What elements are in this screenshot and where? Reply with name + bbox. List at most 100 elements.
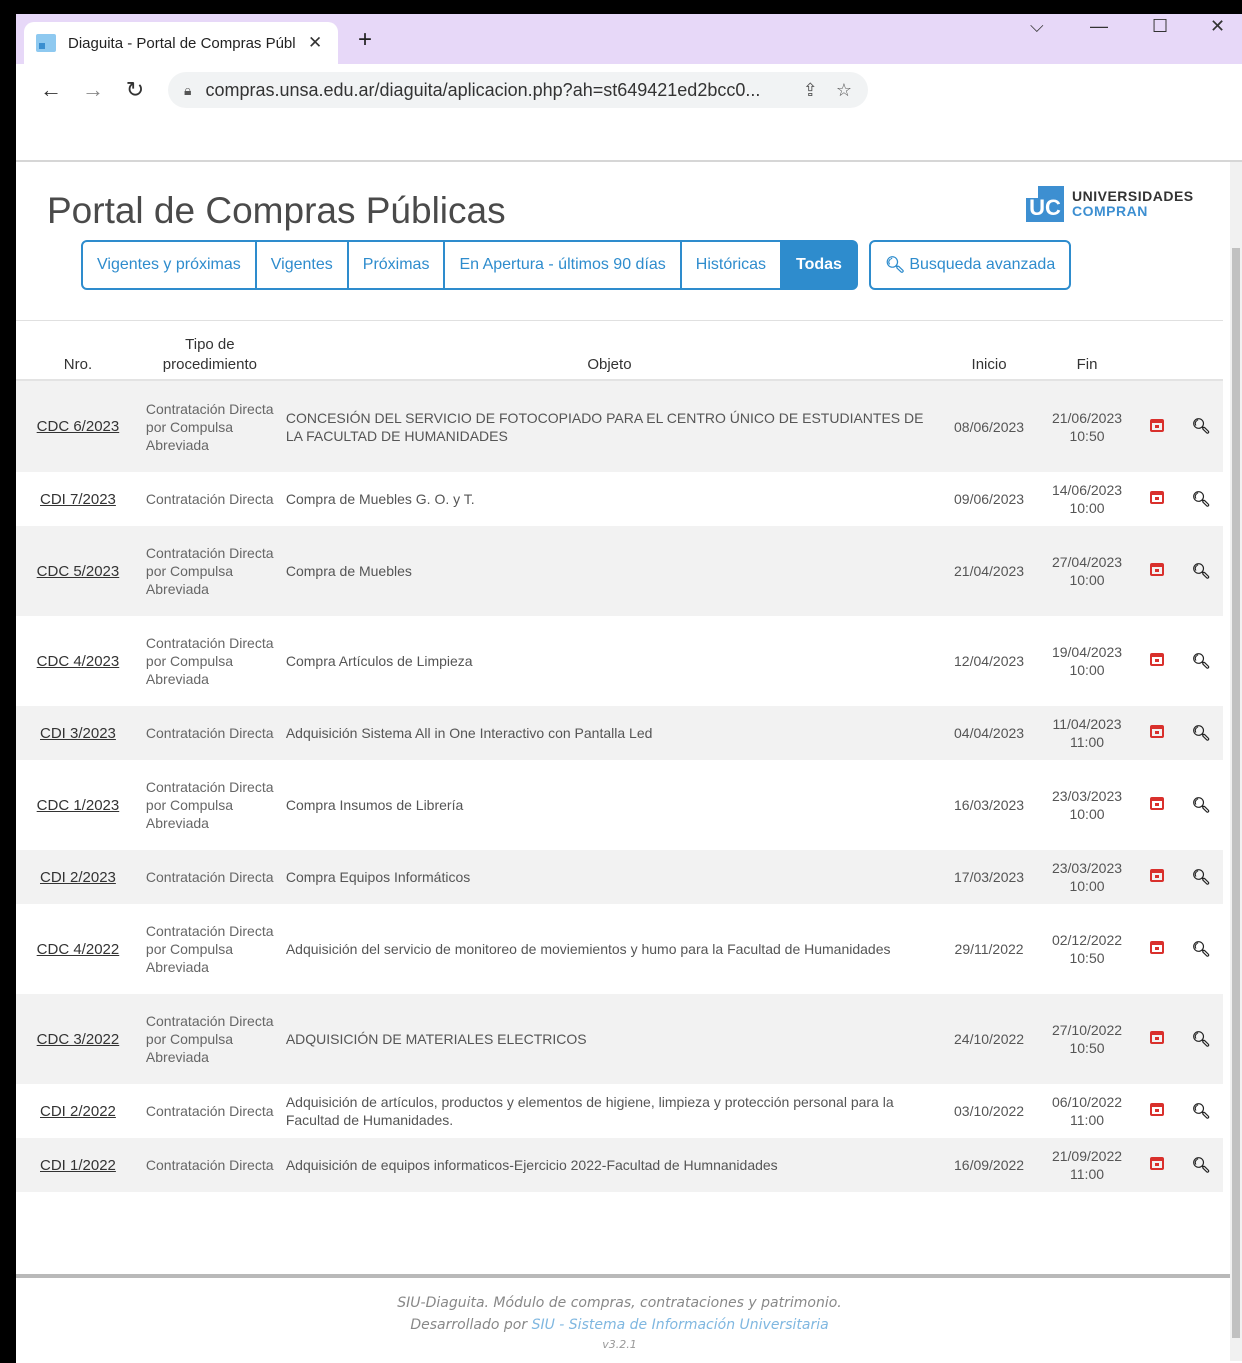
calendar-icon[interactable] [1149,1157,1164,1170]
header-nro: Nro. [16,328,140,381]
procedure-link[interactable]: CDI 7/2023 [40,491,116,508]
calendar-icon[interactable] [1149,563,1164,576]
site-favicon-icon [36,34,56,52]
magnifier-icon[interactable]: 🔍︎ [1191,1103,1210,1120]
magnifier-icon[interactable]: 🔍︎ [1191,1157,1210,1174]
magnifier-icon[interactable]: 🔍︎ [1191,653,1210,670]
fin-time: 10:00 [1069,806,1105,822]
cell-inicio: 21/04/2023 [954,563,1025,579]
search-icon: 🔍︎ [885,257,906,274]
calendar-icon[interactable] [1149,653,1164,666]
magnifier-icon[interactable]: 🔍︎ [1191,491,1210,508]
cell-objeto: CONCESIÓN DEL SERVICIO DE FOTOCOPIADO PA… [285,409,924,444]
page-scrollbar[interactable] [1230,162,1242,1361]
procedure-link[interactable]: CDC 4/2022 [37,941,120,958]
advanced-search-button[interactable]: 🔍︎ Busqueda avanzada [869,240,1072,290]
fin-time: 11:00 [1070,734,1105,750]
filter-proximas-button[interactable]: Próximas [346,240,446,290]
filter-en-apertura-button[interactable]: En Apertura - últimos 90 días [443,240,682,290]
table-divider [16,320,1223,321]
bookmark-star-icon[interactable]: ☆ [836,80,852,101]
cell-fin: 27/04/2023 10:00 [1039,526,1135,616]
fin-date: 14/06/2023 [1051,482,1123,498]
procedure-link[interactable]: CDI 1/2022 [40,1157,116,1174]
page-title: Portal de Compras Públicas [47,190,506,231]
logo-line2: COMPRAN [1072,203,1148,219]
cell-objeto: Compra Artículos de Limpieza [285,653,473,669]
bookmarks-area [16,116,1242,162]
header-fin: Fin [1039,328,1135,381]
cell-fin: 23/03/2023 10:00 [1039,760,1135,850]
close-window-icon[interactable]: ✕ [1210,16,1225,37]
reload-icon[interactable]: ↻ [114,77,156,103]
new-tab-button[interactable]: + [358,26,372,54]
table-row: CDI 1/2022 Contratación Directa Adquisició… [16,1138,1223,1192]
fin-date: 19/04/2023 [1051,644,1123,660]
fin-time: 10:00 [1069,662,1105,678]
cell-calendar [1135,616,1179,706]
calendar-icon[interactable] [1149,941,1164,954]
cell-calendar [1135,472,1179,526]
calendar-icon[interactable] [1149,869,1164,882]
tab-search-icon[interactable]: ⌵ [1030,16,1044,37]
magnifier-icon[interactable]: 🔍︎ [1191,797,1210,814]
magnifier-icon[interactable]: 🔍︎ [1191,941,1210,958]
procurement-table: Nro. Tipo de procedimiento Objeto Inicio… [16,328,1223,1192]
minimize-icon[interactable]: — [1090,16,1108,37]
calendar-icon[interactable] [1149,1031,1164,1044]
procedure-link[interactable]: CDI 2/2023 [40,869,116,886]
procedure-link[interactable]: CDI 3/2023 [40,725,116,742]
share-icon[interactable]: ⇪ [803,80,818,101]
procedure-link[interactable]: CDC 4/2023 [37,653,120,670]
fin-time: 10:00 [1069,572,1105,588]
browser-window: Diaguita - Portal de Compras Públ ✕ + ⌵ … [16,14,1242,1363]
tab-title: Diaguita - Portal de Compras Públ [68,34,296,52]
fin-time: 10:50 [1069,427,1105,444]
fin-time: 11:00 [1070,1166,1105,1182]
url-text[interactable]: compras.unsa.edu.ar/diaguita/aplicacion.… [205,80,784,101]
magnifier-icon[interactable]: 🔍︎ [1191,1031,1210,1048]
cell-calendar [1135,760,1179,850]
header-calendar [1135,328,1179,381]
cell-view: 🔍︎ [1179,994,1223,1084]
procedure-link[interactable]: CDC 6/2023 [37,418,120,435]
filter-historicas-button[interactable]: Históricas [679,240,783,290]
forward-icon[interactable]: → [72,77,114,103]
magnifier-icon[interactable]: 🔍︎ [1191,725,1210,742]
cell-objeto: Compra de Muebles [285,563,412,579]
cell-inicio: 17/03/2023 [954,869,1025,885]
browser-tab[interactable]: Diaguita - Portal de Compras Públ ✕ [24,22,338,64]
fin-time: 10:50 [1069,1040,1105,1056]
table-row: CDC 5/2023 Contratación Directa por Compu… [16,526,1223,616]
procedure-link[interactable]: CDC 1/2023 [37,797,120,814]
calendar-icon[interactable] [1149,725,1164,738]
calendar-icon[interactable] [1149,797,1164,810]
scrollbar-thumb[interactable] [1232,248,1240,1338]
filter-vigentes-y-proximas-button[interactable]: Vigentes y próximas [81,240,257,290]
lock-icon[interactable]: 🔒︎ [184,82,191,99]
cell-tipo: Contratación Directa [145,869,274,885]
calendar-icon[interactable] [1149,418,1164,432]
close-tab-icon[interactable]: ✕ [308,33,322,53]
cell-view: 🔍︎ [1179,616,1223,706]
siu-link[interactable]: SIU - Sistema de Información Universitar… [532,1317,829,1333]
filter-todas-button[interactable]: Todas [780,240,858,290]
back-icon[interactable]: ← [30,77,72,103]
calendar-icon[interactable] [1149,1103,1164,1116]
cell-calendar [1135,850,1179,904]
magnifier-icon[interactable]: 🔍︎ [1191,418,1210,435]
maximize-icon[interactable]: ☐ [1152,16,1168,37]
magnifier-icon[interactable]: 🔍︎ [1191,563,1210,580]
url-field[interactable]: 🔒︎ compras.unsa.edu.ar/diaguita/aplicaci… [168,72,868,108]
calendar-icon[interactable] [1149,491,1164,504]
procedure-link[interactable]: CDI 2/2022 [40,1103,116,1120]
magnifier-icon[interactable]: 🔍︎ [1191,869,1210,886]
procedure-link[interactable]: CDC 3/2022 [37,1031,120,1048]
cell-tipo: Contratación Directa por Compulsa Abrevi… [145,545,274,597]
procedure-link[interactable]: CDC 5/2023 [37,563,120,580]
cell-view: 🔍︎ [1179,472,1223,526]
filter-button-group: Vigentes y próximas Vigentes Próximas En… [81,240,858,290]
cell-view: 🔍︎ [1179,706,1223,760]
cell-fin: 21/09/2022 11:00 [1039,1138,1135,1192]
filter-vigentes-button[interactable]: Vigentes [254,240,349,290]
